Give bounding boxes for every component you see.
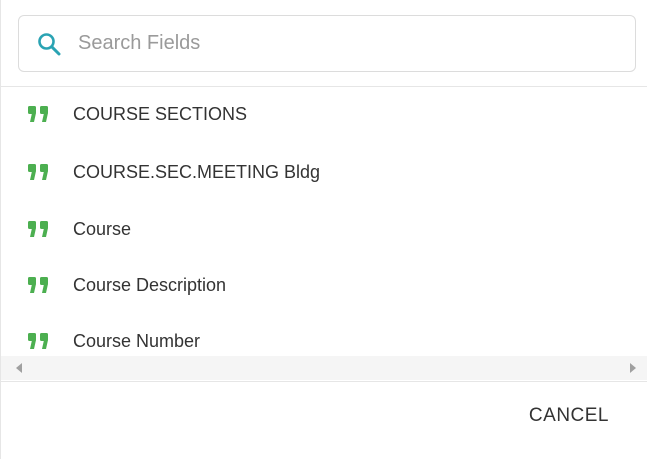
quote-icon xyxy=(28,164,48,180)
quote-icon xyxy=(28,106,48,122)
search-box[interactable] xyxy=(18,15,636,72)
quote-icon xyxy=(28,333,48,349)
divider xyxy=(1,381,647,382)
field-list[interactable]: COURSE SECTIONS COURSE.SEC.MEETING Bldg … xyxy=(1,87,647,355)
field-label: COURSE.SEC.MEETING Bldg xyxy=(73,161,321,182)
quote-icon xyxy=(28,277,48,293)
quote-icon xyxy=(28,221,48,237)
field-label: COURSE SECTIONS xyxy=(73,103,248,124)
field-item-course-number[interactable]: Course Number xyxy=(1,321,647,355)
cancel-button[interactable]: CANCEL xyxy=(529,405,609,427)
search-icon xyxy=(36,31,62,57)
field-item-course-sections[interactable]: COURSE SECTIONS xyxy=(1,94,647,134)
field-item-course[interactable]: Course xyxy=(1,209,647,249)
field-item-course-sec-meeting-bldg[interactable]: COURSE.SEC.MEETING Bldg xyxy=(1,152,647,192)
scroll-right-arrow-icon[interactable] xyxy=(630,363,636,373)
search-input[interactable] xyxy=(78,32,598,55)
field-picker-dialog: COURSE SECTIONS COURSE.SEC.MEETING Bldg … xyxy=(0,0,647,459)
field-label: Course Description xyxy=(73,274,227,295)
horizontal-scrollbar[interactable] xyxy=(1,356,647,380)
field-item-course-description[interactable]: Course Description xyxy=(1,265,647,305)
field-label: Course Number xyxy=(73,330,201,351)
scroll-left-arrow-icon[interactable] xyxy=(16,363,22,373)
field-label: Course xyxy=(73,218,132,239)
